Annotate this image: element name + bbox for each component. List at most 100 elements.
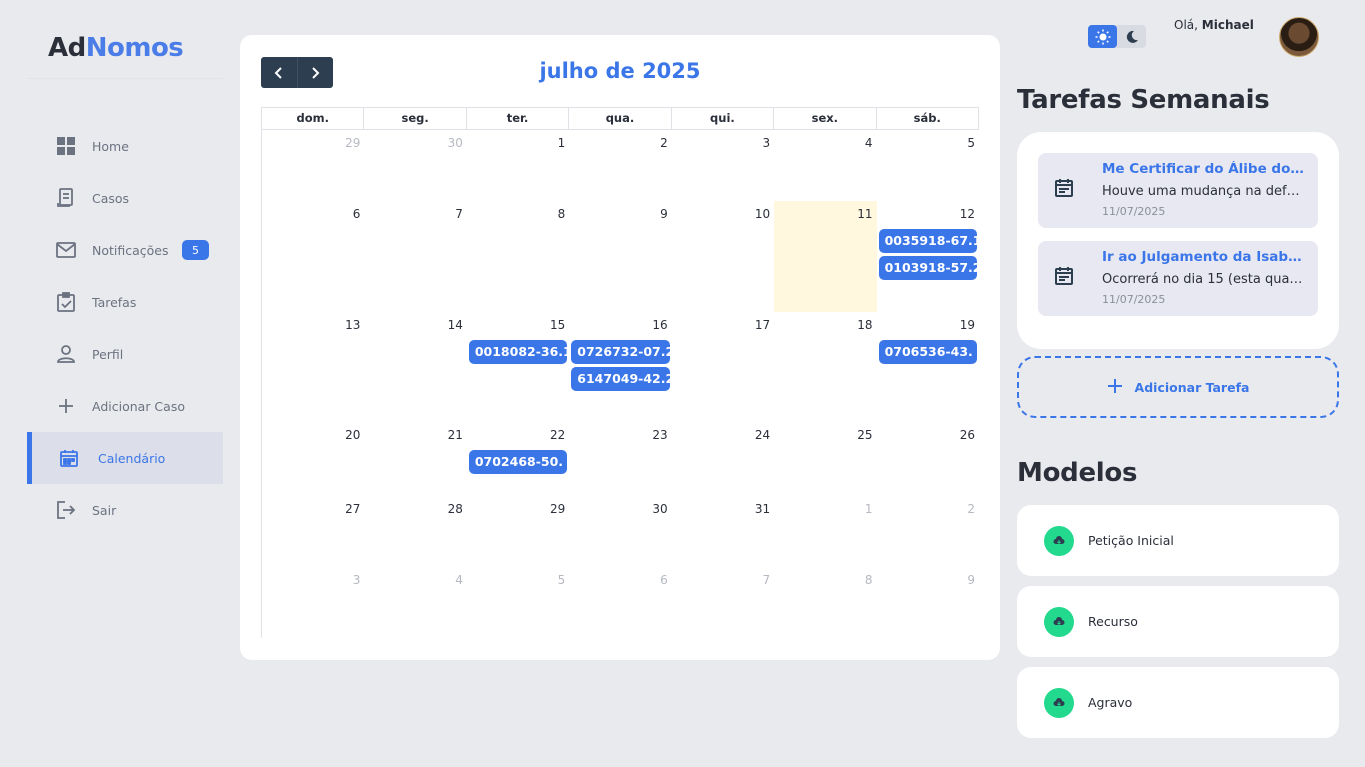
cloud-download-icon	[1044, 606, 1074, 637]
calendar-day[interactable]: 7	[672, 567, 774, 638]
calendar-day[interactable]: 2	[877, 496, 979, 567]
sidebar-item-sair[interactable]: Sair	[27, 484, 223, 536]
theme-toggle[interactable]	[1088, 25, 1146, 48]
mail-icon	[56, 240, 76, 260]
user-greeting: Olá, Michael	[1174, 18, 1254, 32]
day-number: 4	[864, 136, 873, 150]
calendar-day[interactable]: 7	[364, 201, 466, 312]
sidebar-item-casos[interactable]: Casos	[27, 172, 223, 224]
calendar-day[interactable]: 23	[569, 422, 671, 496]
calendar-day[interactable]: 12 0035918-67.1 0103918-57.2	[877, 201, 979, 312]
divider	[27, 78, 223, 79]
day-number: 24	[754, 428, 771, 442]
calendar-event[interactable]: 0726732-07.2	[571, 340, 670, 364]
calendar-day[interactable]: 31	[672, 496, 774, 567]
calendar-day[interactable]: 24	[672, 422, 774, 496]
calendar-week-row: 13 14 15 0018082-36.1 16 0726732-07.2 6147049-…	[262, 312, 979, 422]
notification-count-badge: 5	[182, 240, 209, 260]
day-number: 26	[959, 428, 975, 442]
calendar-day[interactable]: 6	[262, 201, 364, 312]
day-number: 30	[447, 136, 463, 150]
model-item-agravo[interactable]: Agravo	[1017, 667, 1339, 738]
logo-part-ad: Ad	[48, 33, 86, 63]
calendar-day[interactable]: 30	[569, 496, 671, 567]
sidebar-item-calendario[interactable]: Calendário	[27, 432, 223, 484]
calendar-day[interactable]: 8	[774, 567, 876, 638]
calendar-day[interactable]: 6	[569, 567, 671, 638]
sidebar-item-notificacoes[interactable]: Notificações 5	[27, 224, 223, 276]
sidebar-item-adicionar-caso[interactable]: Adicionar Caso	[27, 380, 223, 432]
grid-icon	[56, 136, 76, 156]
calendar-day-today[interactable]: 11	[774, 201, 877, 312]
calendar-day[interactable]: 25	[774, 422, 876, 496]
sidebar-item-label: Notificações	[92, 242, 169, 258]
sidebar-item-perfil[interactable]: Perfil	[27, 328, 223, 380]
calendar-day[interactable]: 3	[262, 567, 364, 638]
sidebar-item-label: Perfil	[92, 346, 124, 362]
task-item[interactable]: Ir ao Julgamento da Isabela Ocorrerá no …	[1038, 241, 1318, 316]
logout-icon	[56, 500, 76, 520]
calendar-day[interactable]: 26	[877, 422, 979, 496]
day-number: 16	[652, 318, 668, 332]
calendar-event[interactable]: 0706536-43.	[878, 340, 977, 364]
calendar-day[interactable]: 27	[262, 496, 364, 567]
calendar-day[interactable]: 16 0726732-07.2 6147049-42.2	[569, 312, 671, 422]
weekday-header: ter.	[467, 108, 570, 129]
day-number: 19	[959, 318, 975, 332]
calendar-day[interactable]: 22 0702468-50.	[467, 422, 569, 496]
calendar-day[interactable]: 9	[569, 201, 671, 312]
sidebar-item-label: Tarefas	[92, 294, 137, 310]
calendar-day[interactable]: 10	[672, 201, 774, 312]
calendar-day[interactable]: 4	[364, 567, 466, 638]
model-item-recurso[interactable]: Recurso	[1017, 586, 1339, 657]
weekday-header: qua.	[569, 108, 672, 129]
model-label: Recurso	[1088, 614, 1138, 629]
calendar-day[interactable]: 17	[672, 312, 774, 422]
calendar-day[interactable]: 1	[774, 496, 876, 567]
dark-mode-button[interactable]	[1117, 25, 1146, 48]
calendar-day[interactable]: 8	[467, 201, 569, 312]
day-number: 9	[660, 207, 668, 221]
calendar-day[interactable]: 13	[262, 312, 364, 422]
avatar[interactable]	[1279, 17, 1319, 57]
calendar-day[interactable]: 2	[569, 130, 671, 201]
calendar-day[interactable]: 5	[877, 130, 979, 201]
calendar-day[interactable]: 9	[877, 567, 979, 638]
calendar-day[interactable]: 5	[467, 567, 569, 638]
calendar-day[interactable]: 29	[467, 496, 569, 567]
calendar-day[interactable]: 4	[774, 130, 876, 201]
calendar-day[interactable]: 30	[364, 130, 466, 201]
sidebar-item-home[interactable]: Home	[27, 120, 223, 172]
calendar-day[interactable]: 15 0018082-36.1	[467, 312, 569, 422]
day-events: 0726732-07.2 6147049-42.2	[571, 340, 670, 394]
day-number: 6	[352, 207, 361, 221]
calendar-event[interactable]: 0035918-67.1	[878, 229, 977, 253]
calendar-day[interactable]: 20	[262, 422, 364, 496]
day-number: 27	[345, 502, 361, 516]
calendar-day[interactable]: 21	[364, 422, 466, 496]
task-item[interactable]: Me Certificar do Álibe do Cliente Houve …	[1038, 153, 1318, 228]
app-logo[interactable]: AdNomos	[48, 33, 184, 63]
calendar-event[interactable]: 0702468-50.	[468, 450, 568, 474]
calendar-icon	[59, 448, 79, 468]
calendar-day[interactable]: 29	[262, 130, 364, 201]
cloud-download-icon	[1044, 525, 1074, 556]
weekday-header: sáb.	[877, 108, 979, 129]
calendar-event[interactable]: 0018082-36.1	[468, 340, 568, 364]
calendar-event[interactable]: 0103918-57.2	[878, 256, 977, 280]
light-mode-button[interactable]	[1088, 25, 1117, 48]
calendar-day[interactable]: 1	[467, 130, 569, 201]
day-number: 14	[447, 318, 463, 332]
sidebar-item-tarefas[interactable]: Tarefas	[27, 276, 223, 328]
add-task-button[interactable]: Adicionar Tarefa	[1017, 356, 1339, 418]
day-events: 0018082-36.1	[468, 340, 568, 367]
calendar-day[interactable]: 3	[672, 130, 774, 201]
calendar-day[interactable]: 19 0706536-43.	[877, 312, 979, 422]
model-item-peticao-inicial[interactable]: Petição Inicial	[1017, 505, 1339, 576]
day-number: 2	[967, 502, 975, 516]
calendar-weekday-header: dom. seg. ter. qua. qui. sex. sáb.	[262, 107, 979, 130]
calendar-event[interactable]: 6147049-42.2	[571, 367, 670, 391]
calendar-day[interactable]: 28	[364, 496, 466, 567]
calendar-day[interactable]: 18	[774, 312, 876, 422]
calendar-day[interactable]: 14	[364, 312, 466, 422]
